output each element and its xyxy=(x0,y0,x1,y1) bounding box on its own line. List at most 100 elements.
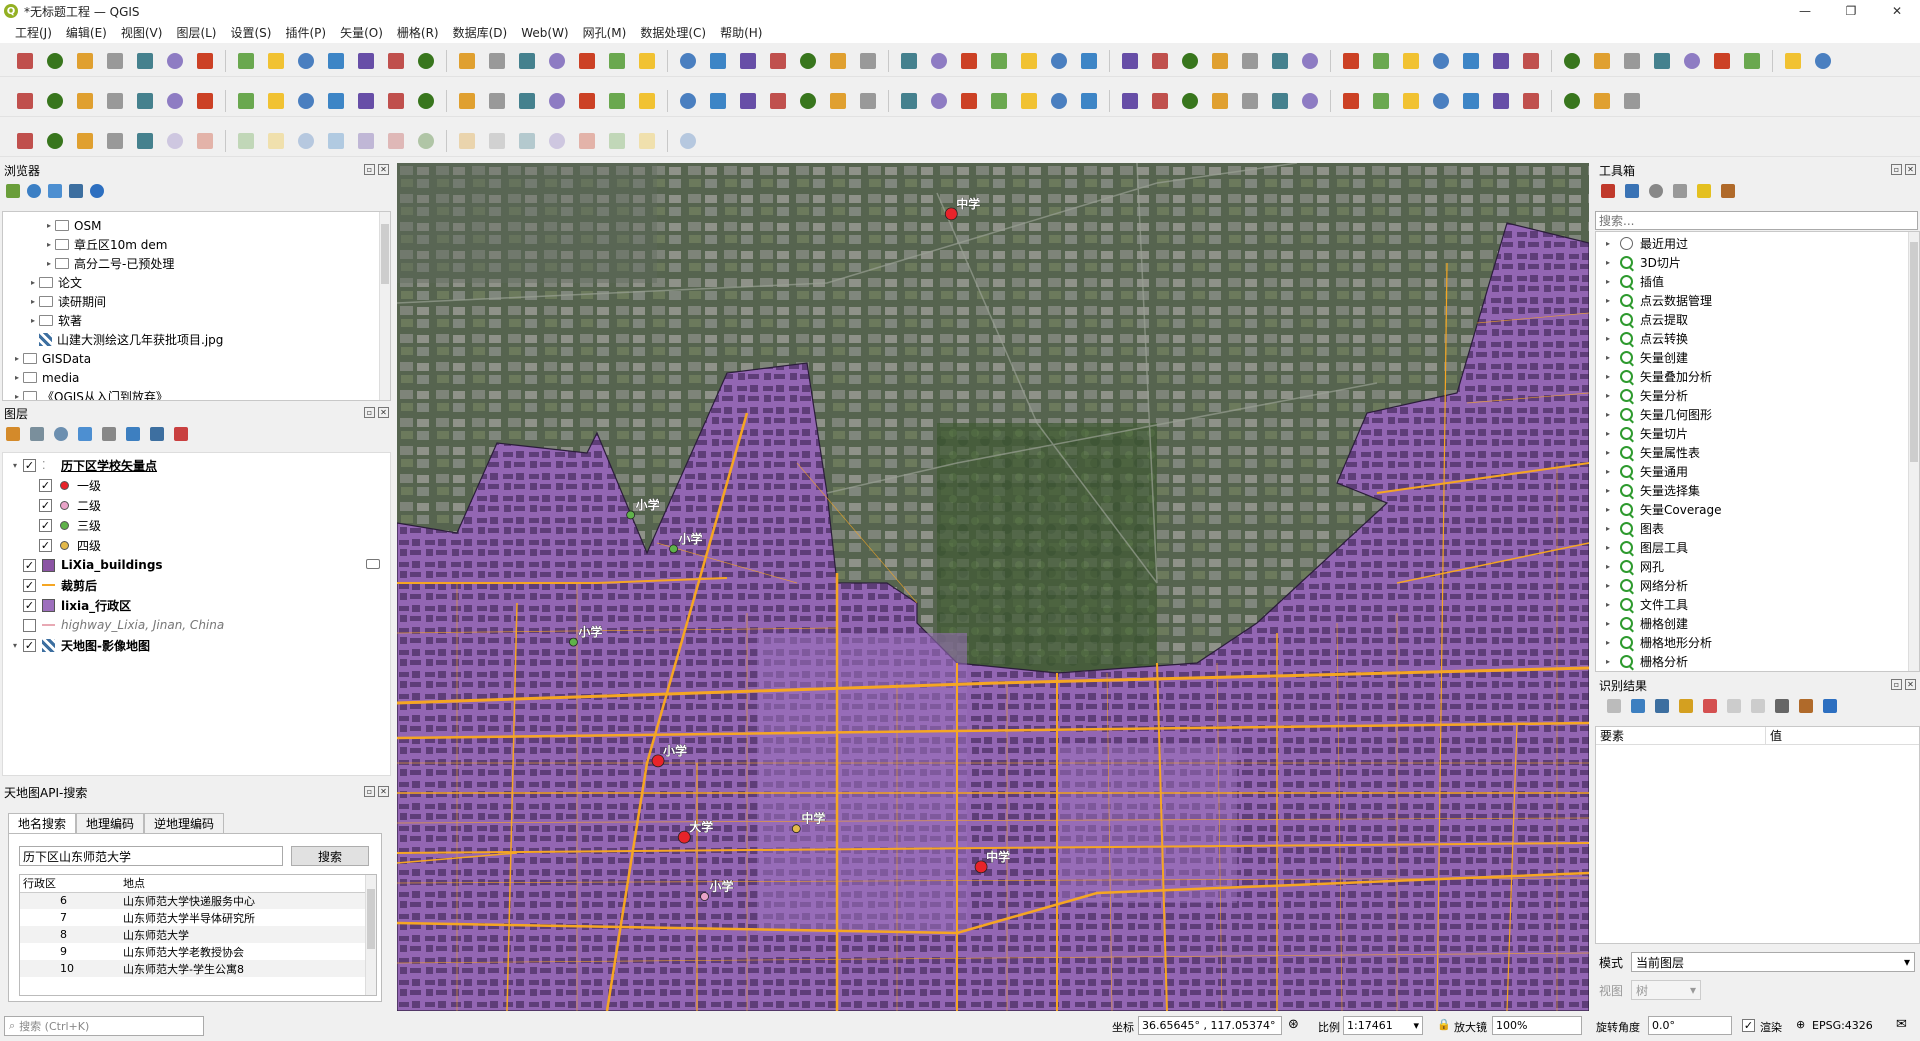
close-icon[interactable]: ✕ xyxy=(1905,164,1916,175)
expand-arrow-icon[interactable]: ▸ xyxy=(1602,505,1614,514)
tb1-tool-6-icon[interactable] xyxy=(194,50,216,72)
tb3-tool-21-icon[interactable] xyxy=(677,130,699,152)
tb2-tool-0-icon[interactable] xyxy=(14,90,36,112)
tb2-tool-33-icon[interactable] xyxy=(1048,90,1070,112)
tb1-tool-46-icon[interactable] xyxy=(1460,50,1482,72)
tb2-tool-13-icon[interactable] xyxy=(415,90,437,112)
tb2-tool-37-icon[interactable] xyxy=(1179,90,1201,112)
tb1-tool-11-icon[interactable] xyxy=(355,50,377,72)
layer-visibility-checkbox[interactable]: ✓ xyxy=(23,578,36,592)
tb2-tool-36-icon[interactable] xyxy=(1149,90,1171,112)
search-tab-0[interactable]: 地名搜索 xyxy=(8,813,77,833)
close-icon[interactable]: ✕ xyxy=(378,407,389,418)
toolbox-group[interactable]: ▸ 矢量切片 xyxy=(1596,424,1919,443)
tb1-tool-4-icon[interactable] xyxy=(134,50,156,72)
tb1-tool-36-icon[interactable] xyxy=(1149,50,1171,72)
expand-arrow-icon[interactable]: ▸ xyxy=(43,240,55,249)
tb1-tool-19-icon[interactable] xyxy=(606,50,628,72)
browser-item[interactable]: ▸ 高分二号-已预处理 xyxy=(3,254,390,273)
tb2-tool-30-icon[interactable] xyxy=(958,90,980,112)
toolbox-group[interactable]: ▸ 文件工具 xyxy=(1596,595,1919,614)
layer-visibility-checkbox[interactable]: ✓ xyxy=(23,558,36,572)
tb2-tool-31-icon[interactable] xyxy=(988,90,1010,112)
tb2-tool-15-icon[interactable] xyxy=(486,90,508,112)
menu-item-12[interactable]: 帮助(H) xyxy=(713,24,769,41)
lock-icon[interactable]: 🔒 xyxy=(1437,1018,1451,1031)
tb1-tool-15-icon[interactable] xyxy=(486,50,508,72)
table-row[interactable]: 9 山东师范大学老教授协会 xyxy=(20,943,366,960)
table-row[interactable]: 7 山东师范大学半导体研究所 xyxy=(20,909,366,926)
toolbox-group[interactable]: ▸ 矢量选择集 xyxy=(1596,481,1919,500)
browser-item[interactable]: 山建大测绘这几年获批项目.jpg xyxy=(3,330,390,349)
tb3-tool-1-icon[interactable] xyxy=(44,130,66,152)
tb3-tool-4-icon[interactable] xyxy=(134,130,156,152)
maximize-button[interactable]: ❐ xyxy=(1828,0,1874,22)
menu-item-10[interactable]: 网孔(M) xyxy=(576,24,634,41)
toolbox-group[interactable]: ▸ 网孔 xyxy=(1596,557,1919,576)
tb2-tool-48-icon[interactable] xyxy=(1520,90,1542,112)
close-icon[interactable]: ✕ xyxy=(1905,679,1916,690)
tb3-tool-9-icon[interactable] xyxy=(295,130,317,152)
tb1-tool-56-icon[interactable] xyxy=(1782,50,1804,72)
tb3-tool-12-icon[interactable] xyxy=(385,130,407,152)
expand-arrow-icon[interactable]: ▸ xyxy=(1602,562,1614,571)
tb2-tool-21-icon[interactable] xyxy=(677,90,699,112)
place-search-input[interactable] xyxy=(19,846,283,866)
tb2-tool-43-icon[interactable] xyxy=(1370,90,1392,112)
toolbox-group[interactable]: ▸ 栅格分析 xyxy=(1596,652,1919,671)
layer-item[interactable]: ▾ ✓ 天地图-影像地图 xyxy=(3,635,390,655)
toolbox-group[interactable]: ▸ 矢量叠加分析 xyxy=(1596,367,1919,386)
tb1-tool-44-icon[interactable] xyxy=(1400,50,1422,72)
tb1-tool-48-icon[interactable] xyxy=(1520,50,1542,72)
search-tab-1[interactable]: 地理编码 xyxy=(76,813,145,833)
expand-arrow-icon[interactable]: ▸ xyxy=(1602,353,1614,362)
tb2-tool-39-icon[interactable] xyxy=(1239,90,1261,112)
tb1-tool-55-icon[interactable] xyxy=(1741,50,1763,72)
tb2-tool-34-icon[interactable] xyxy=(1078,90,1100,112)
tb3-tool-13-icon[interactable] xyxy=(415,130,437,152)
expand-arrow-icon[interactable]: ▸ xyxy=(11,354,23,363)
column-header-value[interactable]: 值 xyxy=(1766,727,1782,744)
expand-tree-icon[interactable] xyxy=(1631,699,1645,713)
add-group-icon[interactable] xyxy=(30,427,44,441)
expand-arrow-icon[interactable]: ▸ xyxy=(1602,638,1614,647)
tb1-tool-54-icon[interactable] xyxy=(1711,50,1733,72)
tb3-tool-7-icon[interactable] xyxy=(235,130,257,152)
layer-visibility-checkbox[interactable]: ✓ xyxy=(23,598,36,612)
tb2-tool-42-icon[interactable] xyxy=(1340,90,1362,112)
toolbox-group[interactable]: ▸ 最近用过 xyxy=(1596,234,1919,253)
table-row[interactable]: 8 山东师范大学 xyxy=(20,926,366,943)
models-icon[interactable] xyxy=(1601,184,1615,198)
expand-arrow-icon[interactable]: ▸ xyxy=(27,297,39,306)
tb1-tool-12-icon[interactable] xyxy=(385,50,407,72)
help-icon[interactable] xyxy=(1823,699,1837,713)
toolbox-group[interactable]: ▸ 插值 xyxy=(1596,272,1919,291)
coordinate-field[interactable]: 36.65645° , 117.05374° xyxy=(1138,1016,1282,1035)
expand-arrow-icon[interactable]: ▸ xyxy=(1602,543,1614,552)
tb1-tool-40-icon[interactable] xyxy=(1269,50,1291,72)
toolbox-group[interactable]: ▸ 矢量创建 xyxy=(1596,348,1919,367)
tb2-tool-22-icon[interactable] xyxy=(707,90,729,112)
identify-mode-icon[interactable] xyxy=(1775,699,1789,713)
tb3-tool-19-icon[interactable] xyxy=(606,130,628,152)
locator-search-input[interactable]: ⌕ 搜索 (Ctrl+K) xyxy=(4,1016,204,1036)
tb2-tool-3-icon[interactable] xyxy=(104,90,126,112)
float-icon[interactable]: ▫ xyxy=(364,164,375,175)
tb2-tool-38-icon[interactable] xyxy=(1209,90,1231,112)
menu-item-0[interactable]: 工程(J) xyxy=(8,24,59,41)
minimize-button[interactable]: — xyxy=(1782,0,1828,22)
layer-visibility-checkbox[interactable]: ✓ xyxy=(39,518,52,532)
tb1-tool-28-icon[interactable] xyxy=(898,50,920,72)
tb1-tool-13-icon[interactable] xyxy=(415,50,437,72)
expand-arrow-icon[interactable]: ▸ xyxy=(1602,258,1614,267)
edit-features-icon[interactable] xyxy=(1697,184,1711,198)
tb2-tool-27-icon[interactable] xyxy=(857,90,879,112)
tb2-tool-17-icon[interactable] xyxy=(546,90,568,112)
expand-arrow-icon[interactable]: ▸ xyxy=(1602,334,1614,343)
tb1-tool-5-icon[interactable] xyxy=(164,50,186,72)
tb2-tool-11-icon[interactable] xyxy=(355,90,377,112)
toolbox-group[interactable]: ▸ 点云转换 xyxy=(1596,329,1919,348)
toolbox-group[interactable]: ▸ 矢量通用 xyxy=(1596,462,1919,481)
expand-arrow-icon[interactable]: ▸ xyxy=(1602,619,1614,628)
tb1-tool-26-icon[interactable] xyxy=(827,50,849,72)
